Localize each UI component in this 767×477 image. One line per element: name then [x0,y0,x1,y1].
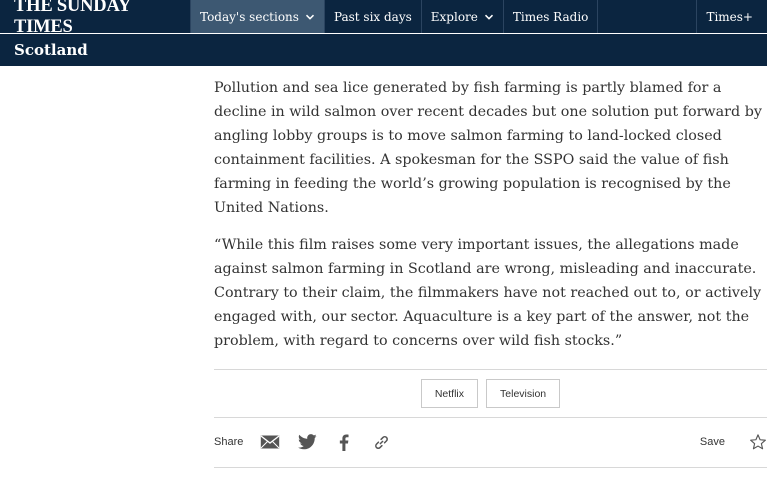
facebook-icon[interactable] [334,432,354,452]
top-navigation-bar: THE SUNDAY TIMES Today's sections Past s… [0,0,767,37]
site-logo[interactable]: THE SUNDAY TIMES [0,0,190,37]
nav-spacer [597,0,696,33]
share-label: Share [214,436,244,448]
nav-past-six-days-label: Past six days [333,9,412,24]
nav-explore[interactable]: Explore [420,0,503,33]
nav-todays-sections[interactable]: Today's sections [190,0,324,33]
nav-explore-label: Explore [430,9,478,24]
chevron-down-icon [484,12,494,22]
article-paragraph: “While this film raises some very import… [214,237,762,349]
nav-times-radio[interactable]: Times Radio [502,0,598,33]
nav-times-plus[interactable]: Times+ [696,0,767,33]
article-body: Pollution and sea lice generated by fish… [214,76,767,366]
topic-tags: Netflix Television [214,369,767,418]
share-bar: Share Save [214,417,767,468]
email-icon[interactable] [260,432,280,452]
save-control: Save [700,433,767,451]
section-title[interactable]: Scotland [14,41,88,59]
nav-todays-sections-label: Today's sections [200,9,299,24]
twitter-icon[interactable] [297,432,317,452]
nav-past-six-days[interactable]: Past six days [323,0,421,33]
tag-television[interactable]: Television [486,379,561,408]
chevron-down-icon [305,12,315,22]
save-button[interactable]: Save [700,436,725,448]
star-icon[interactable] [749,433,767,451]
link-icon[interactable] [371,432,391,452]
section-header: Scotland [0,34,767,66]
nav-times-radio-label: Times Radio [512,9,589,24]
tag-netflix[interactable]: Netflix [420,379,479,408]
nav-times-plus-label: Times+ [706,9,753,24]
article-paragraph: Pollution and sea lice generated by fish… [214,80,762,216]
